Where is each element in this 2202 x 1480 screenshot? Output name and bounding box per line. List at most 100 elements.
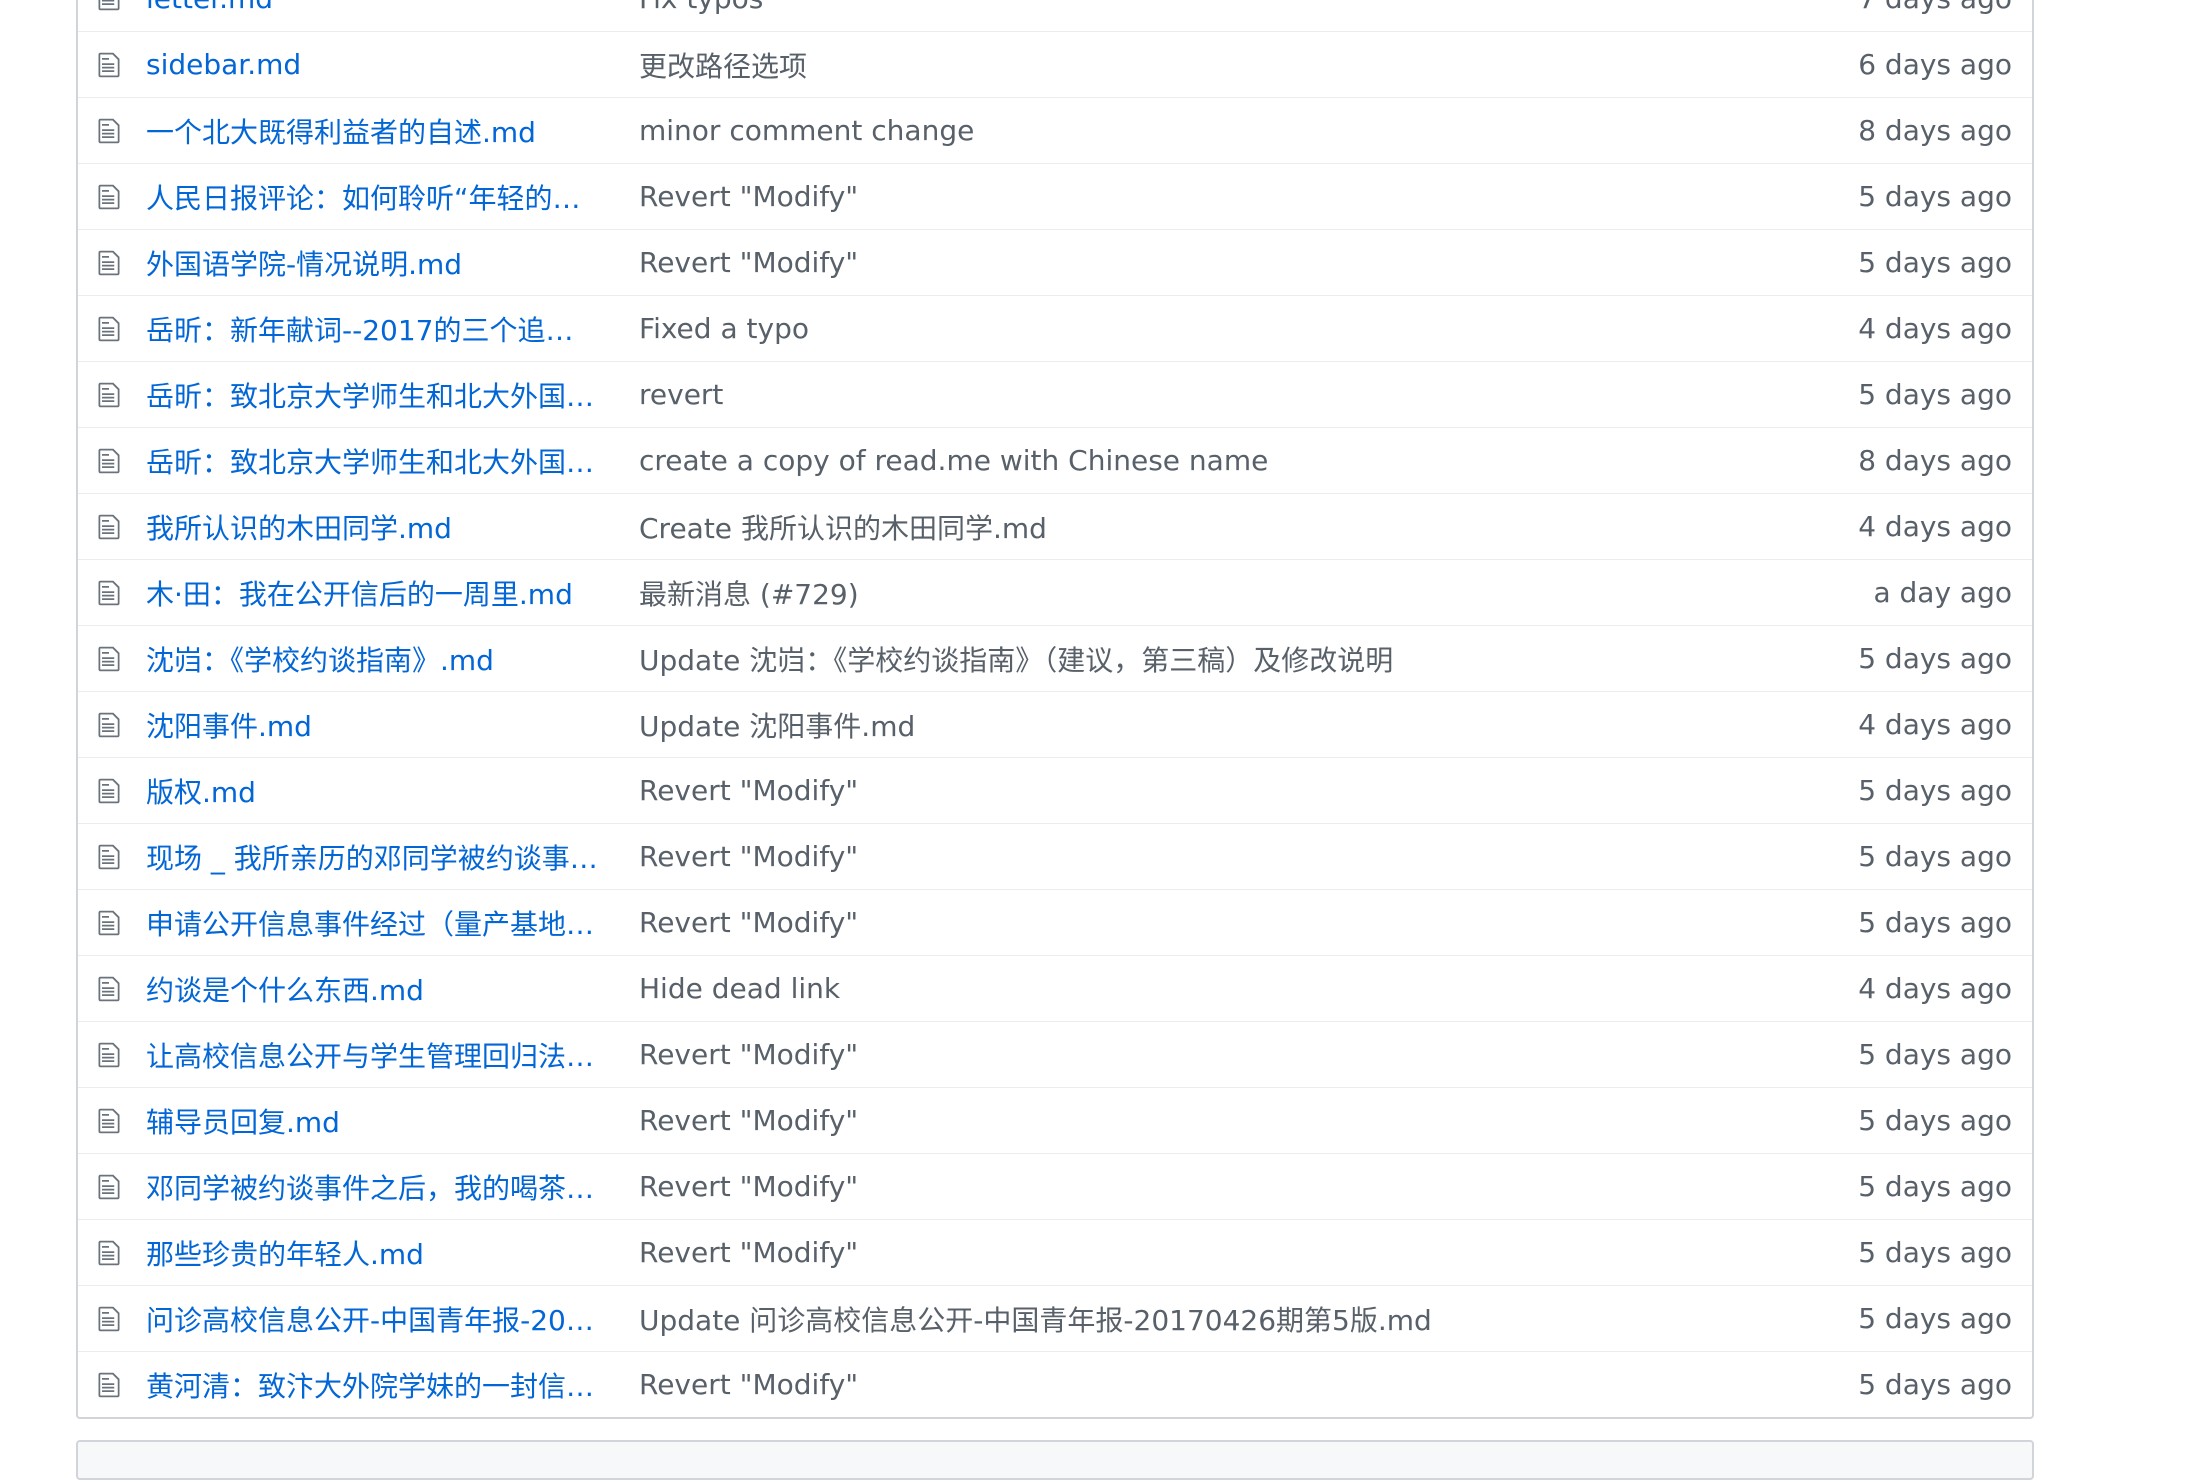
readme-box xyxy=(76,1440,2034,1480)
file-row: 一个北大既得利益者的自述.md minor comment change 8 day… xyxy=(78,97,2032,163)
file-icon xyxy=(98,249,146,277)
file-name-link[interactable]: 沈阳事件.md xyxy=(146,705,601,745)
commit-message-link[interactable]: Revert "Modify" xyxy=(601,1170,1712,1203)
file-name-link[interactable]: 木·田：我在公开信后的一周里.md xyxy=(146,573,601,613)
file-row: 岳昕：新年献词--2017的三个追问.… Fixed a typo 4 days a… xyxy=(78,295,2032,361)
file-name-link[interactable]: 我所认识的木田同学.md xyxy=(146,507,601,547)
file-row: 问诊高校信息公开-中国青年报-201… Update 问诊高校信息公开-中国青年报… xyxy=(78,1285,2032,1351)
file-row: 申请公开信息事件经过（量产基地… Revert "Modify" 5 days ag… xyxy=(78,889,2032,955)
commit-message-link[interactable]: Revert "Modify" xyxy=(601,246,1712,279)
commit-age: 5 days ago xyxy=(1858,378,2012,411)
file-icon xyxy=(98,513,146,541)
file-name-link[interactable]: 现场 _ 我所亲历的邓同学被约谈事… xyxy=(146,837,601,877)
file-row: 人民日报评论：如何聆听“年轻的声… Revert "Modify" 5 days a… xyxy=(78,163,2032,229)
file-name-link[interactable]: 沈岿：《学校约谈指南》.md xyxy=(146,639,601,679)
file-name-link[interactable]: 岳昕：新年献词--2017的三个追问.… xyxy=(146,309,601,349)
file-icon xyxy=(98,1173,146,1201)
file-name-link[interactable]: sidebar.md xyxy=(146,48,601,81)
commit-age: 5 days ago xyxy=(1858,1368,2012,1401)
file-icon xyxy=(98,909,146,937)
file-icon xyxy=(98,975,146,1003)
file-row: 约谈是个什么东西.md Hide dead link 4 days ago xyxy=(78,955,2032,1021)
commit-message-link[interactable]: Create 我所认识的木田同学.md xyxy=(601,507,1712,547)
commit-age: 5 days ago xyxy=(1858,840,2012,873)
file-name-link[interactable]: 辅导员回复.md xyxy=(146,1101,601,1141)
commit-message-link[interactable]: create a copy of read.me with Chinese na… xyxy=(601,444,1712,477)
file-name-link[interactable]: 约谈是个什么东西.md xyxy=(146,969,601,1009)
commit-message-link[interactable]: 最新消息 (#729) xyxy=(601,573,1712,613)
file-row: 黄河清：致汴大外院学妹的一封信.… Revert "Modify" 5 days a… xyxy=(78,1351,2032,1417)
commit-message-link[interactable]: 更改路径选项 xyxy=(601,45,1712,85)
file-row: letter.mdFix typos7 days ago xyxy=(78,0,2032,31)
file-icon xyxy=(98,843,146,871)
file-name-link[interactable]: 申请公开信息事件经过（量产基地… xyxy=(146,903,601,943)
file-icon xyxy=(98,51,146,79)
file-icon xyxy=(98,183,146,211)
commit-message-link[interactable]: revert xyxy=(601,378,1712,411)
commit-message-link[interactable]: Fixed a typo xyxy=(601,312,1712,345)
commit-age: 8 days ago xyxy=(1858,114,2012,147)
file-row: 让高校信息公开与学生管理回归法… Revert "Modify" 5 days ag… xyxy=(78,1021,2032,1087)
file-icon xyxy=(98,1239,146,1267)
commit-age: 5 days ago xyxy=(1858,1236,2012,1269)
file-name-link[interactable]: 黄河清：致汴大外院学妹的一封信.… xyxy=(146,1365,601,1405)
file-icon xyxy=(98,711,146,739)
file-list-table: letter.mdFix typos7 days ago sidebar.md更改… xyxy=(76,0,2034,1419)
commit-message-link[interactable]: Hide dead link xyxy=(601,972,1712,1005)
commit-message-link[interactable]: Fix typos xyxy=(601,0,1712,15)
file-name-link[interactable]: 外国语学院-情况说明.md xyxy=(146,243,601,283)
file-name-link[interactable]: 版权.md xyxy=(146,771,601,811)
commit-message-link[interactable]: minor comment change xyxy=(601,114,1712,147)
file-icon xyxy=(98,1305,146,1333)
commit-age: 5 days ago xyxy=(1858,246,2012,279)
commit-age: 4 days ago xyxy=(1858,972,2012,1005)
file-icon xyxy=(98,315,146,343)
file-row: 现场 _ 我所亲历的邓同学被约谈事… Revert "Modify" 5 days … xyxy=(78,823,2032,889)
file-icon xyxy=(98,645,146,673)
commit-age: 5 days ago xyxy=(1858,906,2012,939)
commit-message-link[interactable]: Revert "Modify" xyxy=(601,180,1712,213)
commit-age: 4 days ago xyxy=(1858,510,2012,543)
file-row: 沈岿：《学校约谈指南》.md Update 沈岿：《学校约谈指南》（建议，第三稿）… xyxy=(78,625,2032,691)
file-row: 沈阳事件.md Update 沈阳事件.md 4 days ago xyxy=(78,691,2032,757)
commit-message-link[interactable]: Update 沈阳事件.md xyxy=(601,705,1712,745)
commit-age: 5 days ago xyxy=(1858,1038,2012,1071)
commit-message-link[interactable]: Revert "Modify" xyxy=(601,906,1712,939)
commit-age: 5 days ago xyxy=(1858,1170,2012,1203)
file-icon xyxy=(98,1041,146,1069)
commit-message-link[interactable]: Revert "Modify" xyxy=(601,1236,1712,1269)
file-row: 辅导员回复.md Revert "Modify" 5 days ago xyxy=(78,1087,2032,1153)
file-name-link[interactable]: 人民日报评论：如何聆听“年轻的声… xyxy=(146,177,601,217)
commit-message-link[interactable]: Revert "Modify" xyxy=(601,840,1712,873)
file-row: 邓同学被约谈事件之后，我的喝茶… Revert "Modify" 5 days ag… xyxy=(78,1153,2032,1219)
file-row: 版权.md Revert "Modify" 5 days ago xyxy=(78,757,2032,823)
commit-age: 5 days ago xyxy=(1858,774,2012,807)
commit-message-link[interactable]: Revert "Modify" xyxy=(601,774,1712,807)
commit-age: 7 days ago xyxy=(1712,0,2032,15)
file-name-link[interactable]: 问诊高校信息公开-中国青年报-201… xyxy=(146,1299,601,1339)
commit-age: 5 days ago xyxy=(1858,180,2012,213)
commit-message-link[interactable]: Revert "Modify" xyxy=(601,1038,1712,1071)
file-icon xyxy=(98,381,146,409)
file-name-link[interactable]: 一个北大既得利益者的自述.md xyxy=(146,111,601,151)
commit-message-link[interactable]: Update 问诊高校信息公开-中国青年报-20170426期第5版.md xyxy=(601,1299,1712,1339)
file-name-link[interactable]: 让高校信息公开与学生管理回归法… xyxy=(146,1035,601,1075)
file-icon xyxy=(98,447,146,475)
commit-age: 4 days ago xyxy=(1858,708,2012,741)
file-row: 岳昕：致北京大学师生和北大外国… create a copy of read.me… xyxy=(78,427,2032,493)
commit-message-link[interactable]: Revert "Modify" xyxy=(601,1368,1712,1401)
commit-message-link[interactable]: Update 沈岿：《学校约谈指南》（建议，第三稿）及修改说明 xyxy=(601,639,1712,679)
file-row: 岳昕：致北京大学师生和北大外国… revert 5 days ago xyxy=(78,361,2032,427)
file-icon xyxy=(98,777,146,805)
file-name-link[interactable]: 那些珍贵的年轻人.md xyxy=(146,1233,601,1273)
file-icon xyxy=(98,579,146,607)
file-name-link[interactable]: 邓同学被约谈事件之后，我的喝茶… xyxy=(146,1167,601,1207)
file-name-link[interactable]: 岳昕：致北京大学师生和北大外国… xyxy=(146,441,601,481)
file-name-link[interactable]: 岳昕：致北京大学师生和北大外国… xyxy=(146,375,601,415)
commit-age: 5 days ago xyxy=(1858,642,2012,675)
file-name-link[interactable]: letter.md xyxy=(146,0,601,15)
file-icon xyxy=(98,1107,146,1135)
commit-age: 4 days ago xyxy=(1858,312,2012,345)
file-icon xyxy=(98,117,146,145)
commit-message-link[interactable]: Revert "Modify" xyxy=(601,1104,1712,1137)
